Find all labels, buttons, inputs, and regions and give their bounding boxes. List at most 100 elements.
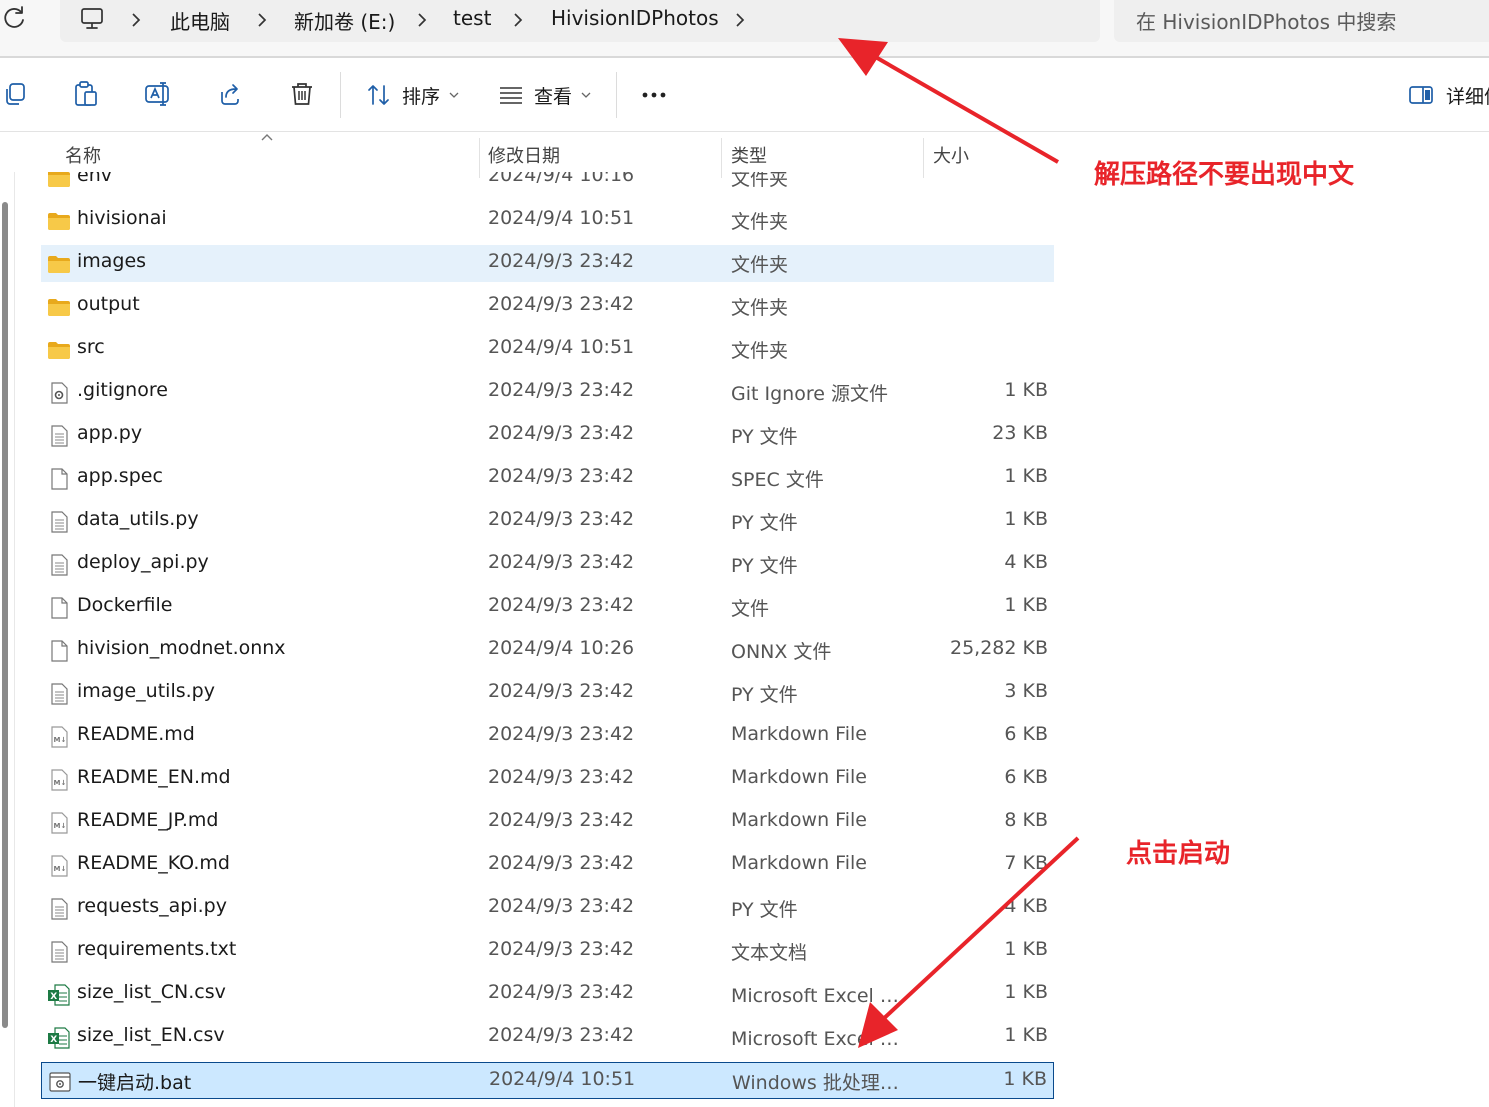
svg-text:M↓: M↓ (54, 822, 67, 830)
details-pane-icon (1409, 86, 1433, 104)
breadcrumb-test[interactable]: test (453, 6, 491, 30)
address-bar[interactable]: 此电脑 新加卷 (E:) test HivisionIDPhotos (60, 0, 1100, 42)
delete-icon[interactable] (288, 80, 316, 108)
file-name: requests_api.py (77, 895, 227, 917)
sort-label: 排序 (402, 85, 441, 108)
file-type: PY 文件 (731, 684, 798, 706)
search-placeholder[interactable]: 在 HivisionIDPhotos 中搜索 (1136, 6, 1396, 35)
file-row[interactable]: Xsize_list_CN.csv 2024/9/3 23:42 Microsoft… (41, 976, 1054, 1013)
column-size[interactable]: 大小 (933, 142, 969, 168)
file-name: hivision_modnet.onnx (77, 637, 286, 659)
file-modified-date: 2024/9/3 23:42 (488, 293, 635, 315)
command-bar: 排序 查看 详细信 (0, 58, 1489, 132)
file-type: 文件夹 (731, 211, 789, 233)
folder-icon (47, 295, 71, 319)
file-row[interactable]: M↓ README_EN.md 2024/9/3 23:42 Markdown Fil… (41, 761, 1054, 798)
file-modified-date: 2024/9/3 23:42 (488, 551, 635, 573)
breadcrumb-chevron-icon[interactable] (510, 9, 526, 31)
file-type: 文件夹 (731, 297, 789, 319)
file-row[interactable]: image_utils.py 2024/9/3 23:42 PY 文件 3 KB (41, 675, 1054, 712)
copy-icon[interactable] (2, 80, 30, 108)
file-type: Markdown File (731, 723, 867, 745)
breadcrumb-chevron-icon[interactable] (414, 9, 430, 31)
breadcrumb-chevron-icon[interactable] (128, 9, 144, 31)
view-icon (500, 87, 522, 104)
markdown-file-icon: M↓ (47, 811, 71, 835)
annotation-click-note: 点击启动 (1126, 839, 1231, 869)
file-modified-date: 2024/9/3 23:42 (488, 809, 635, 831)
file-size: 6 KB (1004, 723, 1048, 745)
file-modified-date: 2024/9/3 23:42 (488, 422, 635, 444)
file-modified-date: 2024/9/3 23:42 (488, 895, 635, 917)
file-size: 1 KB (1004, 594, 1048, 616)
column-divider[interactable] (923, 138, 924, 178)
file-type: 文件 (731, 598, 770, 620)
file-row[interactable]: app.py 2024/9/3 23:42 PY 文件 23 KB (41, 417, 1054, 454)
svg-text:X: X (50, 1035, 57, 1045)
folder-icon (47, 209, 71, 233)
breadcrumb-this-pc[interactable]: 此电脑 (170, 6, 230, 35)
file-row[interactable]: hivisionai 2024/9/4 10:51 文件夹 (41, 202, 1054, 239)
file-modified-date: 2024/9/3 23:42 (488, 379, 635, 401)
column-type[interactable]: 类型 (731, 142, 767, 168)
file-row[interactable]: data_utils.py 2024/9/3 23:42 PY 文件 1 KB (41, 503, 1054, 540)
file-row[interactable]: output 2024/9/3 23:42 文件夹 (41, 288, 1054, 325)
file-row[interactable]: 一键启动.bat 2024/9/4 10:51 Windows 批处理文件 1 KB (41, 1062, 1054, 1099)
column-divider[interactable] (479, 138, 480, 178)
file-type: ONNX 文件 (731, 641, 832, 663)
file-name: size_list_CN.csv (77, 981, 226, 1003)
file-row[interactable]: Dockerfile 2024/9/3 23:42 文件 1 KB (41, 589, 1054, 626)
file-type: 文本文档 (731, 942, 808, 964)
file-row[interactable]: src 2024/9/4 10:51 文件夹 (41, 331, 1054, 368)
details-pane-button[interactable]: 详细信 (1408, 80, 1489, 110)
file-row[interactable]: Xsize_list_EN.csv 2024/9/3 23:42 Microsoft… (41, 1019, 1054, 1056)
file-row[interactable]: images 2024/9/3 23:42 文件夹 (41, 245, 1054, 282)
file-row[interactable]: requests_api.py 2024/9/3 23:42 PY 文件 4 KB (41, 890, 1054, 927)
breadcrumb-chevron-icon[interactable] (732, 9, 748, 31)
file-type: PY 文件 (731, 899, 798, 921)
file-name: data_utils.py (77, 508, 199, 530)
file-row[interactable]: .gitignore 2024/9/3 23:42 Git Ignore 源文件 1 … (41, 374, 1054, 411)
this-pc-icon[interactable] (79, 6, 105, 32)
column-date[interactable]: 修改日期 (488, 142, 560, 168)
more-options-icon[interactable] (640, 88, 670, 102)
share-icon[interactable] (216, 80, 244, 108)
file-row[interactable]: M↓ README.md 2024/9/3 23:42 Markdown File 6 … (41, 718, 1054, 755)
blank-file-icon (47, 596, 71, 620)
svg-text:M↓: M↓ (54, 736, 67, 744)
breadcrumb-chevron-icon[interactable] (254, 9, 270, 31)
column-name[interactable]: 名称 (65, 142, 101, 168)
file-name: requirements.txt (77, 938, 237, 960)
refresh-icon[interactable] (2, 4, 28, 32)
view-button[interactable]: 查看 (498, 80, 592, 110)
text-file-icon (47, 510, 71, 534)
file-row[interactable]: requirements.txt 2024/9/3 23:42 文本文档 1 KB (41, 933, 1054, 970)
file-type: 文件夹 (731, 340, 789, 362)
file-name: README_EN.md (77, 766, 231, 788)
file-size: 25,282 KB (949, 637, 1048, 659)
file-name: size_list_EN.csv (77, 1024, 225, 1046)
breadcrumb-drive-e[interactable]: 新加卷 (E:) (294, 6, 395, 35)
file-type: Markdown File (731, 809, 867, 831)
file-row[interactable]: M↓ README_KO.md 2024/9/3 23:42 Markdown Fil… (41, 847, 1054, 884)
file-row[interactable]: M↓ README_JP.md 2024/9/3 23:42 Markdown Fil… (41, 804, 1054, 841)
file-size: 4 KB (1004, 551, 1048, 573)
file-type: Microsoft Excel 逗... (731, 985, 906, 1007)
column-divider[interactable] (721, 138, 722, 178)
sort-ascending-icon (261, 134, 273, 141)
file-size: 1 KB (1004, 981, 1048, 1003)
file-type: PY 文件 (731, 512, 798, 534)
file-row[interactable]: deploy_api.py 2024/9/3 23:42 PY 文件 4 KB (41, 546, 1054, 583)
rename-icon[interactable] (144, 80, 172, 108)
file-size: 7 KB (1004, 852, 1048, 874)
batch-file-icon (48, 1070, 72, 1094)
file-row[interactable]: app.spec 2024/9/3 23:42 SPEC 文件 1 KB (41, 460, 1054, 497)
sort-button[interactable]: 排序 (366, 80, 460, 110)
search-box[interactable]: 在 HivisionIDPhotos 中搜索 (1114, 0, 1489, 42)
file-size: 1 KB (1004, 508, 1048, 530)
file-name: src (77, 336, 105, 358)
breadcrumb-hivisionidphotos[interactable]: HivisionIDPhotos (551, 6, 719, 30)
file-modified-date: 2024/9/3 23:42 (488, 852, 635, 874)
paste-icon[interactable] (72, 80, 100, 108)
file-row[interactable]: hivision_modnet.onnx 2024/9/4 10:26 ONNX 文… (41, 632, 1054, 669)
